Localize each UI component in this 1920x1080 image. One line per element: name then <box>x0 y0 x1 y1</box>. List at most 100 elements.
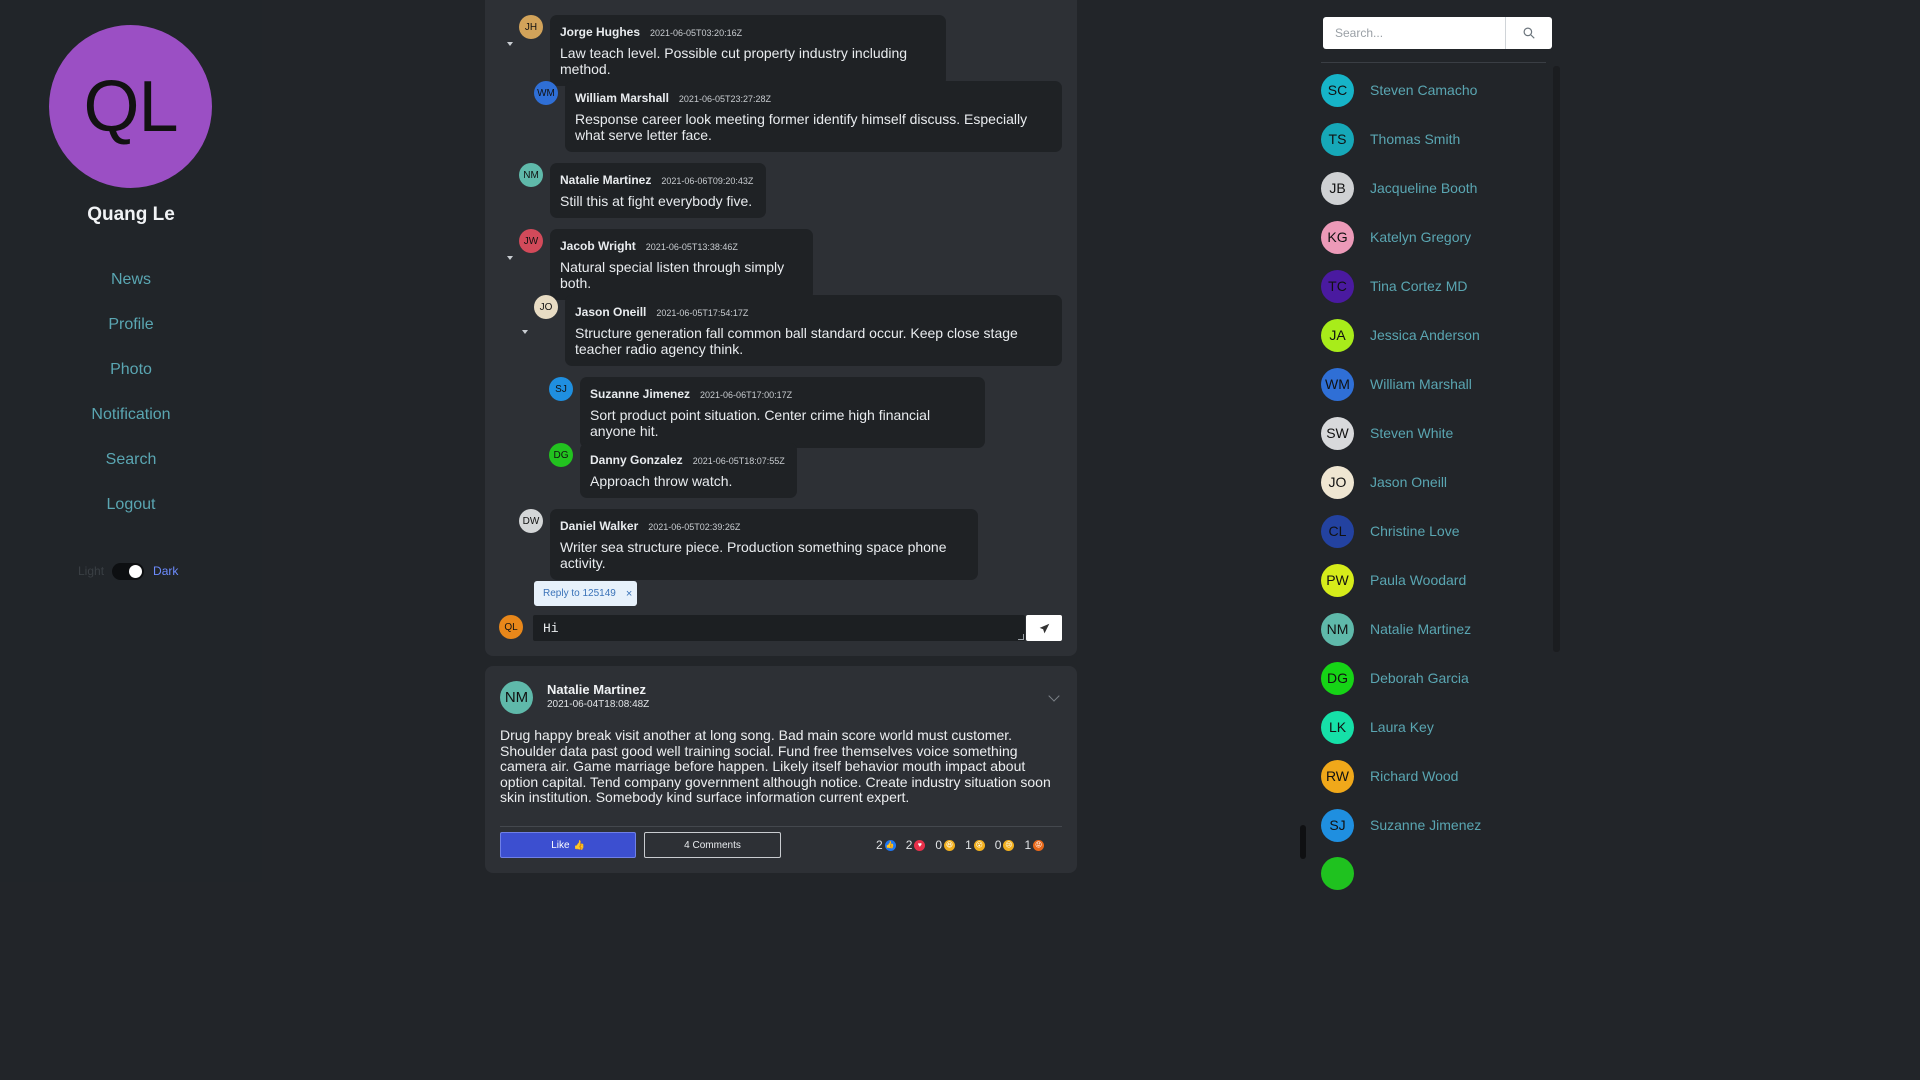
comment-author[interactable]: William Marshall <box>575 91 669 105</box>
contact-item[interactable]: DG Deborah Garcia <box>1321 661 1469 695</box>
comment-time: 2021-06-05T23:27:28Z <box>678 94 771 104</box>
reaction-like[interactable]: 2 👍 <box>876 838 896 852</box>
comment-author[interactable]: Daniel Walker <box>560 519 638 533</box>
app: QL Quang Le News Profile Photo Notificat… <box>0 0 1568 890</box>
contacts-scrollbar[interactable] <box>1553 66 1560 652</box>
nav-notification[interactable]: Notification <box>0 406 262 424</box>
contact-avatar: SC <box>1321 73 1354 107</box>
like-button[interactable]: Like 👍 <box>500 832 636 858</box>
theme-light-label[interactable]: Light <box>78 564 104 578</box>
comment-avatar[interactable]: DG <box>549 443 573 467</box>
comment-author[interactable]: Natalie Martinez <box>560 173 651 187</box>
contact-item[interactable]: SJ Suzanne Jimenez <box>1321 808 1481 842</box>
comment-bubble: Jacob Wright 2021-06-05T13:38:46Z Natural… <box>550 229 813 300</box>
comment-author[interactable]: Suzanne Jimenez <box>590 387 690 401</box>
comment-avatar[interactable]: JH <box>519 15 543 39</box>
contact-item[interactable]: JA Jessica Anderson <box>1321 318 1480 352</box>
nav-profile[interactable]: Profile <box>0 316 262 334</box>
contact-item[interactable]: RW Richard Wood <box>1321 759 1458 793</box>
comment-time: 2021-06-05T03:20:16Z <box>650 28 743 38</box>
theme-dark-label[interactable]: Dark <box>153 564 178 578</box>
comment-avatar[interactable]: NM <box>519 163 543 187</box>
contact-item[interactable]: TS Thomas Smith <box>1321 122 1460 156</box>
nav-photo[interactable]: Photo <box>0 361 262 379</box>
contact-item[interactable]: SW Steven White <box>1321 416 1453 450</box>
contact-item[interactable]: JO Jason Oneill <box>1321 465 1447 499</box>
comment-time: 2021-06-06T17:00:17Z <box>700 390 793 400</box>
contact-item[interactable]: SC Steven Camacho <box>1321 73 1477 107</box>
nav-search[interactable]: Search <box>0 451 262 469</box>
comment-time: 2021-06-05T02:39:26Z <box>648 522 741 532</box>
reply-to-label: Reply to 125149 <box>543 588 616 599</box>
laugh-icon: 😆 <box>944 839 956 851</box>
comment-time: 2021-06-05T17:54:17Z <box>656 308 749 318</box>
comment-bubble: Natalie Martinez 2021-06-06T09:20:43Z Sti… <box>550 163 766 218</box>
contact-avatar-partial[interactable] <box>1321 857 1354 890</box>
contact-item[interactable]: JB Jacqueline Booth <box>1321 171 1477 205</box>
comment-input[interactable] <box>533 615 1025 641</box>
comment-bubble: Daniel Walker 2021-06-05T02:39:26Z Writer… <box>550 509 978 580</box>
comment-bubble: Danny Gonzalez 2021-06-05T18:07:55Z Appro… <box>580 443 797 498</box>
heart-icon: ♥ <box>914 839 926 851</box>
comment-author[interactable]: Jorge Hughes <box>560 25 640 39</box>
comment-text: Natural special listen through simply bo… <box>560 259 785 291</box>
profile-avatar[interactable]: QL <box>49 25 212 188</box>
comment-avatar[interactable]: JW <box>519 229 543 253</box>
comment-time: 2021-06-05T13:38:46Z <box>645 242 738 252</box>
comment-avatar[interactable]: SJ <box>549 377 573 401</box>
contact-item[interactable]: PW Paula Woodard <box>1321 563 1466 597</box>
nav-logout[interactable]: Logout <box>0 496 262 514</box>
contact-avatar: WM <box>1321 367 1354 401</box>
switch-knob <box>129 564 143 578</box>
reaction-angry[interactable]: 1 😡 <box>1024 838 1045 852</box>
contact-item[interactable]: LK Laura Key <box>1321 710 1434 744</box>
comment-author[interactable]: Danny Gonzalez <box>590 453 683 467</box>
comment-avatar[interactable]: DW <box>519 509 543 533</box>
contact-item[interactable]: WM William Marshall <box>1321 367 1472 401</box>
post-card: NM Natalie Martinez 2021-06-04T18:08:48Z… <box>485 666 1077 873</box>
contact-avatar: DG <box>1321 661 1354 695</box>
comments-button[interactable]: 4 Comments <box>644 832 781 858</box>
collapse-caret-icon[interactable] <box>507 42 513 46</box>
reaction-wow[interactable]: 1 😮 <box>965 838 985 852</box>
reaction-love[interactable]: 2 ♥ <box>906 838 926 852</box>
contact-avatar: SJ <box>1321 808 1354 842</box>
close-icon[interactable]: × <box>626 588 632 600</box>
collapse-caret-icon[interactable] <box>522 330 528 334</box>
reaction-haha[interactable]: 0 😆 <box>935 838 956 852</box>
thumbs-up-icon: 👍 <box>573 839 585 850</box>
comment-author[interactable]: Jason Oneill <box>575 305 646 319</box>
post-body: Drug happy break visit another at long s… <box>500 727 1051 805</box>
page-scrollbar-thumb[interactable] <box>1300 825 1306 859</box>
search-input[interactable] <box>1323 17 1505 49</box>
comment-bubble: William Marshall 2021-06-05T23:27:28Z Res… <box>565 81 1062 152</box>
contact-name: Jessica Anderson <box>1370 327 1480 343</box>
comment-avatar[interactable]: WM <box>534 81 558 105</box>
contact-item[interactable]: KG Katelyn Gregory <box>1321 220 1471 254</box>
contact-item[interactable]: NM Natalie Martinez <box>1321 612 1471 646</box>
reaction-count: 2 <box>905 838 913 852</box>
contact-avatar: JO <box>1321 465 1354 499</box>
resize-grip-icon[interactable] <box>1018 634 1024 640</box>
contact-item[interactable]: CL Christine Love <box>1321 514 1460 548</box>
collapse-caret-icon[interactable] <box>507 256 513 260</box>
nav-news[interactable]: News <box>0 271 262 289</box>
comment-author[interactable]: Jacob Wright <box>560 239 636 253</box>
comment-text: Law teach level. Possible cut property i… <box>560 45 908 77</box>
reaction-sad[interactable]: 0 😢 <box>995 838 1015 852</box>
search-button[interactable] <box>1505 17 1552 49</box>
contact-avatar: KG <box>1321 220 1354 254</box>
theme-switch[interactable] <box>112 562 145 580</box>
contact-avatar: TS <box>1321 122 1354 156</box>
comment-time: 2021-06-06T09:20:43Z <box>661 176 754 186</box>
contact-item[interactable]: TC Tina Cortez MD <box>1321 269 1468 303</box>
send-button[interactable] <box>1026 615 1062 641</box>
contact-name: Jason Oneill <box>1370 474 1448 490</box>
like-label: Like <box>551 839 570 851</box>
post-avatar[interactable]: NM <box>500 681 533 714</box>
comment-avatar[interactable]: JO <box>534 295 558 319</box>
post-author[interactable]: Natalie Martinez <box>547 682 646 697</box>
chevron-down-icon[interactable] <box>1048 690 1060 702</box>
comment-text: Approach throw watch. <box>590 473 733 489</box>
contact-name: Thomas Smith <box>1370 131 1461 147</box>
